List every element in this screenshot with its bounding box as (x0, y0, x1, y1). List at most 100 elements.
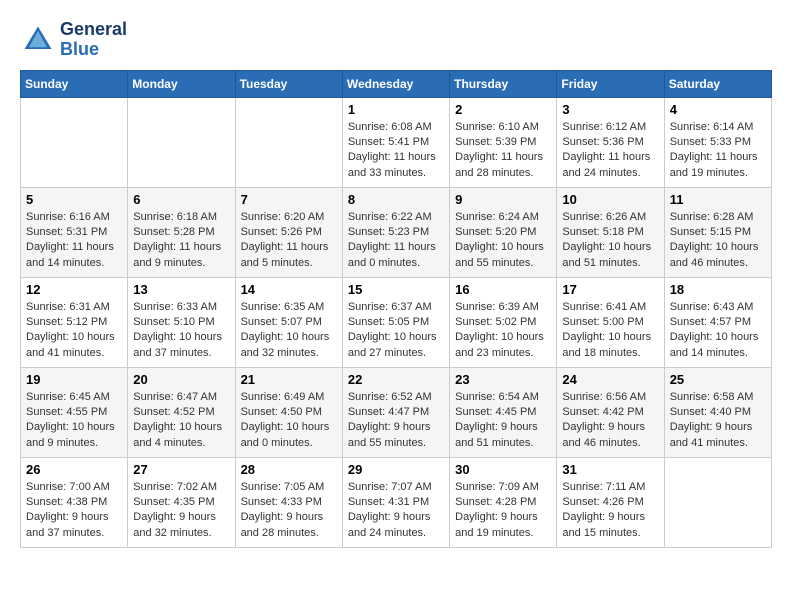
day-info: Sunrise: 6:39 AMSunset: 5:02 PMDaylight:… (455, 300, 551, 362)
day-info: Sunrise: 6:08 AMSunset: 5:41 PMDaylight:… (348, 120, 444, 182)
weekday-row: SundayMondayTuesdayWednesdayThursdayFrid… (21, 70, 772, 97)
calendar-cell (664, 457, 771, 547)
day-info: Sunrise: 6:22 AMSunset: 5:23 PMDaylight:… (348, 210, 444, 272)
day-number: 29 (348, 462, 444, 477)
calendar-cell: 29 Sunrise: 7:07 AMSunset: 4:31 PMDayligh… (342, 457, 449, 547)
calendar-cell: 14 Sunrise: 6:35 AMSunset: 5:07 PMDayligh… (235, 277, 342, 367)
weekday-header: Thursday (450, 70, 557, 97)
page-header: General Blue (20, 20, 772, 60)
day-number: 20 (133, 372, 229, 387)
day-info: Sunrise: 6:10 AMSunset: 5:39 PMDaylight:… (455, 120, 551, 182)
calendar-cell: 5 Sunrise: 6:16 AMSunset: 5:31 PMDaylight… (21, 187, 128, 277)
day-info: Sunrise: 6:47 AMSunset: 4:52 PMDaylight:… (133, 390, 229, 452)
calendar-week-row: 26 Sunrise: 7:00 AMSunset: 4:38 PMDayligh… (21, 457, 772, 547)
day-info: Sunrise: 7:00 AMSunset: 4:38 PMDaylight:… (26, 480, 122, 542)
calendar-cell: 31Sunrise: 7:11 AMSunset: 4:26 PMDayligh… (557, 457, 664, 547)
day-number: 31 (562, 462, 658, 477)
day-info: Sunrise: 6:54 AMSunset: 4:45 PMDaylight:… (455, 390, 551, 452)
calendar-cell: 9 Sunrise: 6:24 AMSunset: 5:20 PMDaylight… (450, 187, 557, 277)
day-info: Sunrise: 7:07 AMSunset: 4:31 PMDaylight:… (348, 480, 444, 542)
logo-text: General Blue (60, 20, 127, 60)
calendar-cell: 17 Sunrise: 6:41 AMSunset: 5:00 PMDayligh… (557, 277, 664, 367)
weekday-header: Saturday (664, 70, 771, 97)
day-info: Sunrise: 6:20 AMSunset: 5:26 PMDaylight:… (241, 210, 337, 272)
day-info: Sunrise: 6:16 AMSunset: 5:31 PMDaylight:… (26, 210, 122, 272)
day-number: 2 (455, 102, 551, 117)
day-info: Sunrise: 6:28 AMSunset: 5:15 PMDaylight:… (670, 210, 766, 272)
day-info: Sunrise: 6:31 AMSunset: 5:12 PMDaylight:… (26, 300, 122, 362)
day-number: 30 (455, 462, 551, 477)
weekday-header: Monday (128, 70, 235, 97)
day-number: 12 (26, 282, 122, 297)
calendar-cell: 22 Sunrise: 6:52 AMSunset: 4:47 PMDayligh… (342, 367, 449, 457)
calendar-cell (128, 97, 235, 187)
calendar-cell: 16 Sunrise: 6:39 AMSunset: 5:02 PMDayligh… (450, 277, 557, 367)
day-number: 6 (133, 192, 229, 207)
logo: General Blue (20, 20, 127, 60)
calendar-cell: 28Sunrise: 7:05 AMSunset: 4:33 PMDayligh… (235, 457, 342, 547)
day-info: Sunrise: 6:24 AMSunset: 5:20 PMDaylight:… (455, 210, 551, 272)
calendar-week-row: 5 Sunrise: 6:16 AMSunset: 5:31 PMDaylight… (21, 187, 772, 277)
day-number: 4 (670, 102, 766, 117)
day-number: 9 (455, 192, 551, 207)
day-info: Sunrise: 6:49 AMSunset: 4:50 PMDaylight:… (241, 390, 337, 452)
calendar-cell: 30Sunrise: 7:09 AMSunset: 4:28 PMDayligh… (450, 457, 557, 547)
day-number: 27 (133, 462, 229, 477)
day-info: Sunrise: 6:43 AMSunset: 4:57 PMDaylight:… (670, 300, 766, 362)
day-info: Sunrise: 6:12 AMSunset: 5:36 PMDaylight:… (562, 120, 658, 182)
calendar-header: SundayMondayTuesdayWednesdayThursdayFrid… (21, 70, 772, 97)
calendar-cell: 15 Sunrise: 6:37 AMSunset: 5:05 PMDayligh… (342, 277, 449, 367)
day-info: Sunrise: 6:35 AMSunset: 5:07 PMDaylight:… (241, 300, 337, 362)
day-number: 5 (26, 192, 122, 207)
weekday-header: Wednesday (342, 70, 449, 97)
day-number: 11 (670, 192, 766, 207)
calendar-table: SundayMondayTuesdayWednesdayThursdayFrid… (20, 70, 772, 548)
day-number: 17 (562, 282, 658, 297)
day-info: Sunrise: 6:58 AMSunset: 4:40 PMDaylight:… (670, 390, 766, 452)
day-number: 19 (26, 372, 122, 387)
day-info: Sunrise: 7:02 AMSunset: 4:35 PMDaylight:… (133, 480, 229, 542)
day-info: Sunrise: 6:14 AMSunset: 5:33 PMDaylight:… (670, 120, 766, 182)
day-number: 22 (348, 372, 444, 387)
calendar-week-row: 12 Sunrise: 6:31 AMSunset: 5:12 PMDayligh… (21, 277, 772, 367)
calendar-cell: 12 Sunrise: 6:31 AMSunset: 5:12 PMDayligh… (21, 277, 128, 367)
calendar-week-row: 19 Sunrise: 6:45 AMSunset: 4:55 PMDayligh… (21, 367, 772, 457)
day-number: 15 (348, 282, 444, 297)
calendar-cell: 7Sunrise: 6:20 AMSunset: 5:26 PMDaylight… (235, 187, 342, 277)
weekday-header: Tuesday (235, 70, 342, 97)
day-info: Sunrise: 6:52 AMSunset: 4:47 PMDaylight:… (348, 390, 444, 452)
calendar-cell: 21 Sunrise: 6:49 AMSunset: 4:50 PMDayligh… (235, 367, 342, 457)
day-info: Sunrise: 6:26 AMSunset: 5:18 PMDaylight:… (562, 210, 658, 272)
day-number: 16 (455, 282, 551, 297)
calendar-cell: 23Sunrise: 6:54 AMSunset: 4:45 PMDayligh… (450, 367, 557, 457)
day-number: 25 (670, 372, 766, 387)
day-number: 13 (133, 282, 229, 297)
day-number: 26 (26, 462, 122, 477)
calendar-body: 1 Sunrise: 6:08 AMSunset: 5:41 PMDaylight… (21, 97, 772, 547)
weekday-header: Friday (557, 70, 664, 97)
calendar-cell: 18Sunrise: 6:43 AMSunset: 4:57 PMDayligh… (664, 277, 771, 367)
day-info: Sunrise: 6:18 AMSunset: 5:28 PMDaylight:… (133, 210, 229, 272)
day-info: Sunrise: 6:37 AMSunset: 5:05 PMDaylight:… (348, 300, 444, 362)
calendar-cell: 20 Sunrise: 6:47 AMSunset: 4:52 PMDayligh… (128, 367, 235, 457)
day-number: 10 (562, 192, 658, 207)
calendar-cell: 4 Sunrise: 6:14 AMSunset: 5:33 PMDaylight… (664, 97, 771, 187)
calendar-cell: 3 Sunrise: 6:12 AMSunset: 5:36 PMDaylight… (557, 97, 664, 187)
day-info: Sunrise: 6:33 AMSunset: 5:10 PMDaylight:… (133, 300, 229, 362)
calendar-cell: 27 Sunrise: 7:02 AMSunset: 4:35 PMDayligh… (128, 457, 235, 547)
day-number: 3 (562, 102, 658, 117)
weekday-header: Sunday (21, 70, 128, 97)
day-number: 1 (348, 102, 444, 117)
day-number: 14 (241, 282, 337, 297)
calendar-week-row: 1 Sunrise: 6:08 AMSunset: 5:41 PMDaylight… (21, 97, 772, 187)
day-number: 8 (348, 192, 444, 207)
calendar-cell (235, 97, 342, 187)
day-info: Sunrise: 6:41 AMSunset: 5:00 PMDaylight:… (562, 300, 658, 362)
day-number: 21 (241, 372, 337, 387)
calendar-cell: 8 Sunrise: 6:22 AMSunset: 5:23 PMDaylight… (342, 187, 449, 277)
day-number: 24 (562, 372, 658, 387)
calendar-cell: 10 Sunrise: 6:26 AMSunset: 5:18 PMDayligh… (557, 187, 664, 277)
calendar-cell: 26 Sunrise: 7:00 AMSunset: 4:38 PMDayligh… (21, 457, 128, 547)
calendar-cell (21, 97, 128, 187)
day-info: Sunrise: 6:45 AMSunset: 4:55 PMDaylight:… (26, 390, 122, 452)
